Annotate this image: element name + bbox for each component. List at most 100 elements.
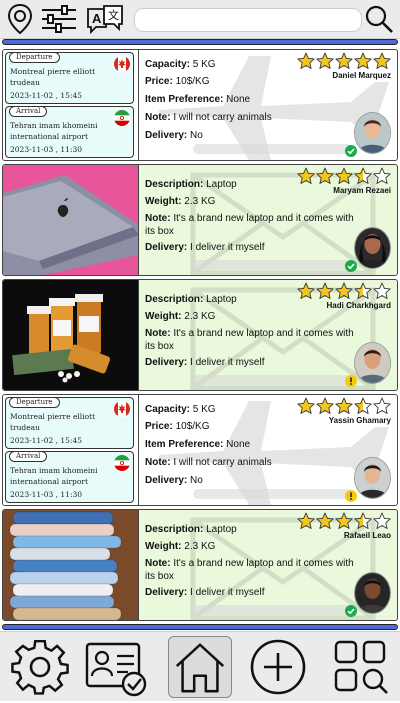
detail-label: Note:: [145, 213, 171, 224]
user-avatar[interactable]: [354, 112, 391, 154]
detail-value: 2.3 KG: [184, 311, 216, 322]
detail-label: Price:: [145, 76, 173, 87]
settings-gear-icon[interactable]: [8, 636, 72, 698]
medicine-bottles-photo: [3, 280, 138, 390]
item-photo: [3, 280, 139, 390]
search-box[interactable]: [134, 8, 362, 32]
rating-stars: [297, 167, 391, 185]
decorative-bar: [193, 144, 353, 154]
trip-card[interactable]: Departure Montreal pierre elliott trudea…: [2, 394, 398, 506]
warning-badge: [345, 489, 357, 502]
user-name[interactable]: Maryam Rezaei: [333, 186, 391, 195]
user-name[interactable]: Hadi Charkhgard: [327, 301, 391, 310]
star-icon: [354, 167, 372, 184]
add-plus-icon[interactable]: [246, 636, 310, 698]
rating-stars: [297, 512, 391, 530]
arrival-box: Arrival Tehran imam khomeini internation…: [5, 106, 134, 158]
detail-row: Delivery: I deliver it myself: [145, 586, 345, 599]
user-avatar: [355, 458, 390, 498]
bottom-nav: [0, 631, 400, 701]
star-icon: [335, 512, 353, 529]
star-icon: [373, 52, 391, 69]
detail-row: Item Preference: None: [145, 93, 345, 106]
user-name[interactable]: Yassin Ghamary: [329, 416, 391, 425]
star-icon: [297, 282, 315, 299]
detail-label: Delivery:: [145, 357, 188, 368]
detail-label: Capacity:: [145, 404, 191, 415]
top-bar: A 文: [0, 0, 400, 39]
detail-row: Delivery: I deliver it myself: [145, 356, 345, 369]
departure-place: Montreal pierre elliott trudeau: [10, 67, 96, 87]
search-input[interactable]: [135, 9, 361, 31]
user-name[interactable]: Daniel Marquez: [332, 71, 391, 80]
top-accent-bar: [2, 39, 398, 45]
detail-row: Note: It's a brand new laptop and it com…: [145, 557, 355, 583]
star-icon: [316, 397, 334, 414]
detail-row: Note: It's a brand new laptop and it com…: [145, 327, 355, 353]
user-avatar[interactable]: [354, 342, 391, 384]
package-card[interactable]: Description: Laptop Weight: 2.3 KG Note: I…: [2, 279, 398, 391]
arrival-flag: [114, 110, 130, 126]
detail-value: I will not carry animals: [173, 112, 272, 123]
user-name[interactable]: Rafaeil Leao: [344, 531, 391, 540]
user-avatar: [355, 113, 390, 153]
star-icon: [316, 52, 334, 69]
detail-label: Delivery:: [145, 587, 188, 598]
sliders-icon[interactable]: [40, 3, 78, 35]
detail-row: Note: I will not carry animals: [145, 111, 345, 124]
package-card[interactable]: Description: Laptop Weight: 2.3 KG Note: I…: [2, 509, 398, 621]
detail-value: No: [190, 475, 203, 486]
detail-value: None: [226, 94, 251, 105]
star-icon: [373, 397, 391, 414]
user-avatar[interactable]: [354, 457, 391, 499]
arrival-date: 2023-11-03 , 11:30: [10, 490, 83, 499]
detail-value: 2.3 KG: [184, 541, 216, 552]
departure-box: Departure Montreal pierre elliott trudea…: [5, 52, 134, 104]
search-grid-icon[interactable]: [330, 636, 394, 698]
decorative-bar: [193, 260, 353, 270]
canada-flag-icon: [114, 401, 130, 417]
detail-row: Weight: 2.3 KG: [145, 195, 345, 208]
detail-label: Weight:: [145, 196, 182, 207]
trip-card[interactable]: Departure Montreal pierre elliott trudea…: [2, 49, 398, 161]
package-card[interactable]: Description: Laptop Weight: 2.3 KG Note: I…: [2, 164, 398, 276]
detail-label: Note:: [145, 457, 171, 468]
user-avatar[interactable]: [354, 227, 391, 269]
detail-label: Delivery:: [145, 475, 188, 486]
item-photo: [3, 510, 139, 620]
detail-label: Note:: [145, 112, 171, 123]
arrival-place: Tehran imam khomeini international airpo…: [10, 466, 98, 486]
iran-flag-icon: [114, 110, 130, 126]
star-icon: [335, 397, 353, 414]
decorative-bar: [193, 605, 353, 615]
user-avatar: [355, 573, 390, 613]
detail-value: I deliver it myself: [190, 587, 265, 598]
arrival-place: Tehran imam khomeini international airpo…: [10, 121, 98, 141]
detail-value: 5 KG: [192, 404, 216, 415]
star-icon: [316, 512, 334, 529]
route-panel: Departure Montreal pierre elliott trudea…: [3, 395, 139, 505]
star-icon: [373, 282, 391, 299]
profile-card-check-icon[interactable]: [84, 636, 148, 698]
star-icon: [316, 282, 334, 299]
star-icon: [297, 167, 315, 184]
detail-label: Note:: [145, 558, 171, 569]
translate-icon[interactable]: A 文: [86, 3, 124, 35]
search-icon[interactable]: [363, 3, 395, 35]
detail-row: Price: 10$/KG: [145, 420, 345, 433]
departure-box: Departure Montreal pierre elliott trudea…: [5, 397, 134, 449]
warning-badge: [345, 374, 357, 387]
detail-value: I will not carry animals: [173, 457, 272, 468]
departure-date: 2023-11-02 , 15:45: [10, 436, 83, 445]
user-avatar[interactable]: [354, 572, 391, 614]
detail-value: It's a brand new laptop and it comes wit…: [145, 328, 354, 352]
map-pin-icon[interactable]: [4, 3, 36, 35]
detail-value: 10$/KG: [175, 76, 210, 87]
home-icon[interactable]: [168, 636, 232, 698]
star-icon: [297, 512, 315, 529]
detail-value: 2.3 KG: [184, 196, 216, 207]
departure-tag: Departure: [9, 52, 60, 63]
detail-label: Note:: [145, 328, 171, 339]
detail-row: Item Preference: None: [145, 438, 345, 451]
detail-label: Delivery:: [145, 130, 188, 141]
